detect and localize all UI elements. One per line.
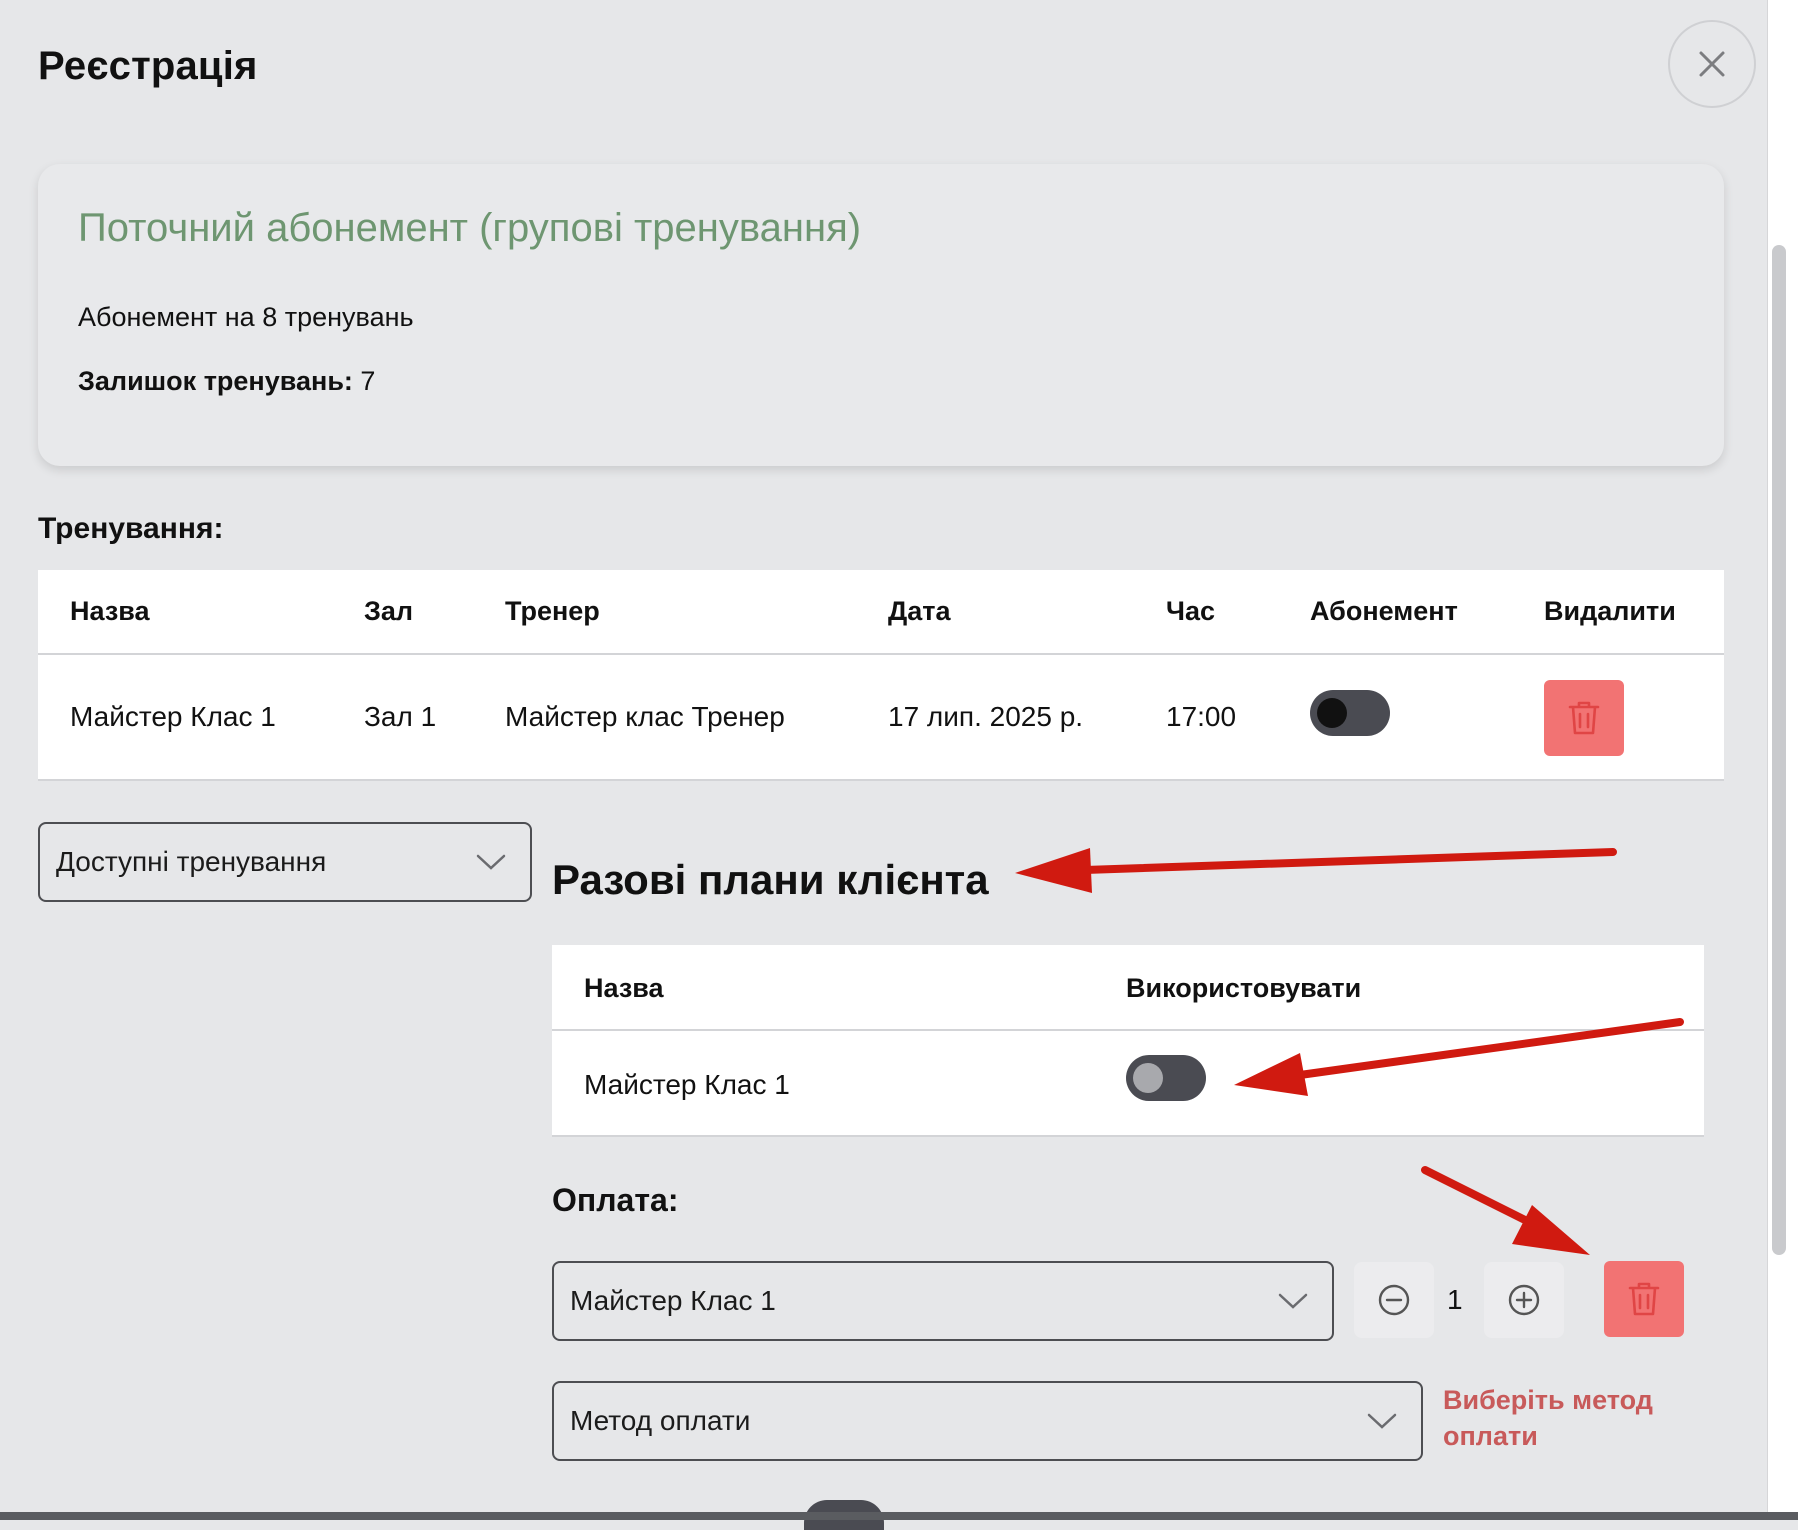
arrow-annotation xyxy=(1234,1018,1684,1096)
arrow-annotation xyxy=(1421,1166,1590,1255)
arrow-annotation xyxy=(1015,848,1617,893)
annotation-arrows xyxy=(1015,848,1684,1255)
